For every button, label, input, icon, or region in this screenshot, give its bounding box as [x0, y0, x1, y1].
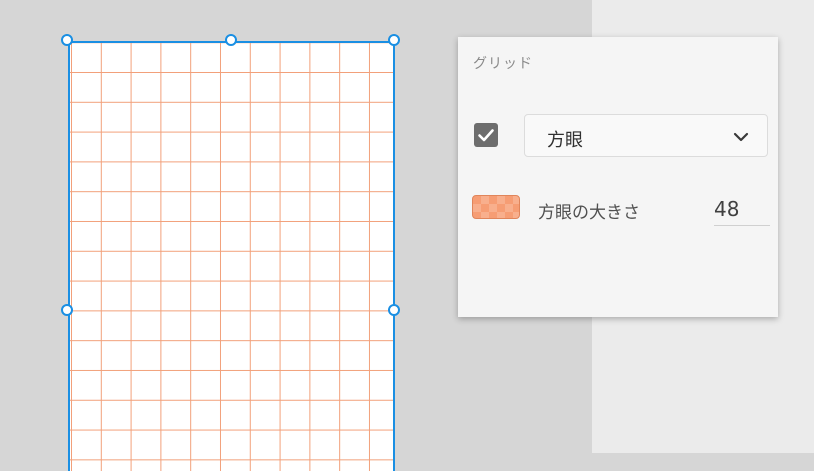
resize-handle-middle-left[interactable]	[61, 304, 73, 316]
artboard-with-grid[interactable]	[68, 41, 395, 471]
resize-handle-middle-right[interactable]	[388, 304, 400, 316]
checkmark-icon	[478, 129, 494, 142]
resize-handle-top-center[interactable]	[225, 34, 237, 46]
grid-size-label: 方眼の大きさ	[538, 203, 640, 223]
grid-size-input[interactable]	[714, 192, 770, 226]
panel-title: グリッド	[473, 56, 533, 72]
grid-type-value: 方眼	[547, 130, 583, 151]
grid-enable-checkbox[interactable]	[474, 123, 498, 147]
resize-handle-top-left[interactable]	[61, 34, 73, 46]
grid-color-swatch[interactable]	[472, 195, 520, 219]
chevron-down-icon	[733, 132, 749, 142]
grid-type-dropdown[interactable]: 方眼	[524, 114, 768, 157]
resize-handle-top-right[interactable]	[388, 34, 400, 46]
grid-settings-panel: グリッド 方眼 方眼の大きさ	[458, 37, 778, 317]
